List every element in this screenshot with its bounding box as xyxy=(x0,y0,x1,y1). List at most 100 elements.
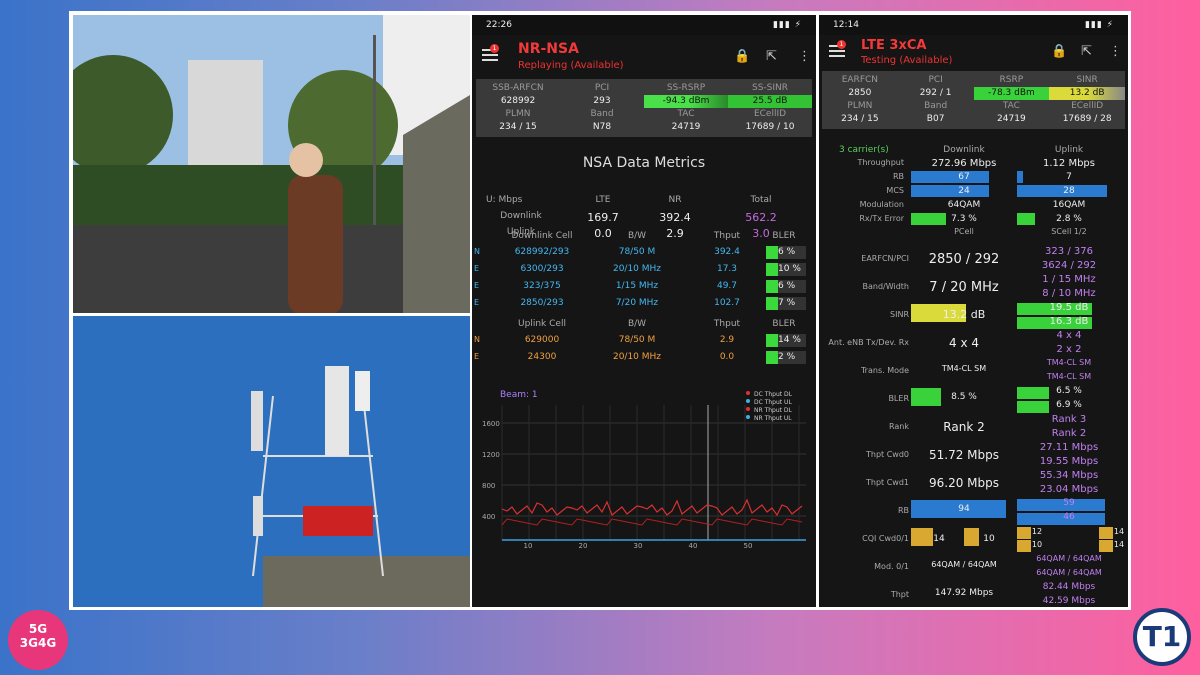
bw-scell2-value: 8 / 10 MHz xyxy=(1042,288,1096,299)
x-tick: 40 xyxy=(689,542,698,550)
cell-table-header: Thput xyxy=(713,319,741,329)
info-header: PCI xyxy=(928,75,943,85)
metrics-title: NSA Data Metrics xyxy=(582,155,706,171)
info-header: Band xyxy=(924,101,948,111)
bler-value: 14 % xyxy=(778,335,801,345)
status-bar: 12:14 ▮▮▮ ⚡ xyxy=(819,15,1128,35)
notification-badge: 1 xyxy=(837,40,846,49)
status-bar: 22:26 ▮▮▮ ⚡ xyxy=(472,15,816,35)
tm-scell2-value: TM4-CL SM xyxy=(1046,372,1092,381)
ul-value: 16QAM xyxy=(1052,200,1086,210)
bler-scell1-value: 6.5 % xyxy=(1056,386,1082,396)
dl-value: 7.3 % xyxy=(951,214,977,224)
bler-value: 2 % xyxy=(778,352,796,362)
cell-cell: 6300/293 xyxy=(520,264,564,274)
cell-bw: 78/50 M xyxy=(618,247,656,257)
open-external-icon[interactable]: ⇱ xyxy=(766,49,777,64)
info-header: SS-SINR xyxy=(751,83,789,93)
sinr-bar: 25.5 dB xyxy=(728,95,812,108)
info-header: PLMN xyxy=(505,109,531,119)
cell-info-grid: SSB-ARFCN PCI SS-RSRP SS-SINR 628992 293 -94.… xyxy=(476,79,812,137)
legend-dot xyxy=(746,399,750,403)
section-label: Thpt xyxy=(890,590,909,599)
ul-value: 2.8 % xyxy=(1056,214,1082,224)
info-header: PLMN xyxy=(847,101,873,111)
dc-thput-dl-line xyxy=(501,498,803,517)
info-value: B07 xyxy=(926,114,945,124)
lock-icon[interactable]: 🔒 xyxy=(1051,44,1067,59)
bw-scell1-value: 1 / 15 MHz xyxy=(1042,274,1096,285)
nr-thput-dl-line xyxy=(501,518,803,526)
legend-entry: DC Thput DL xyxy=(754,391,793,398)
y-tick: 1600 xyxy=(482,420,500,428)
x-tick: 20 xyxy=(579,542,588,550)
cell-bw: 78/50 M xyxy=(618,335,656,345)
cqi-value: 12 xyxy=(1031,527,1043,536)
info-header: Band xyxy=(590,109,614,119)
thpt-pcell-value: 147.92 Mbps xyxy=(934,588,994,598)
status-time: 22:26 xyxy=(486,20,512,30)
bler-value: 6 % xyxy=(778,281,796,291)
mode-title: LTE 3xCA xyxy=(861,38,927,53)
info-value: N78 xyxy=(592,122,612,132)
row-label: Rx/Tx Error xyxy=(859,214,904,223)
row-label: RB xyxy=(892,172,904,181)
pcell-header: PCell xyxy=(954,227,974,236)
open-external-icon[interactable]: ⇱ xyxy=(1081,44,1092,59)
rb-scell2-value: 46 xyxy=(1063,512,1075,522)
ant-scell1-value: 4 x 4 xyxy=(1056,330,1082,341)
carrier-count: 3 carrier(s) xyxy=(839,145,889,155)
rank-pcell-value: Rank 2 xyxy=(943,420,985,434)
metrics-header: Total xyxy=(750,195,772,205)
sinr-scell1-value: 19.5 dB xyxy=(1049,302,1089,313)
cell-bw: 20/10 MHz xyxy=(612,352,662,362)
legend-dot xyxy=(746,391,750,395)
thpt-scell2-value: 42.59 Mbps xyxy=(1042,596,1096,606)
mode-title: NR-NSA xyxy=(518,41,579,57)
cell-cell: 24300 xyxy=(527,352,557,362)
cell-bw: 1/15 MHz xyxy=(615,281,659,291)
bler-value: 7 % xyxy=(778,298,796,308)
info-value: 628992 xyxy=(500,96,536,106)
t1-logo: T1 xyxy=(1133,608,1191,666)
row-label: MCS xyxy=(886,186,904,195)
info-header: SINR xyxy=(1076,75,1098,85)
info-value: 293 xyxy=(593,96,611,106)
more-options-icon[interactable]: ⋮ xyxy=(1109,44,1122,59)
cell-type: E xyxy=(474,352,480,361)
throughput-graph: Beam: 1 DC Thput DLDC Thput ULNR Thput DL… xyxy=(482,390,806,550)
sinr-pcell-value: 13.2 dB xyxy=(942,308,986,321)
row-label: Modulation xyxy=(859,200,904,209)
info-header: PCI xyxy=(594,83,610,93)
section-label: Rank xyxy=(889,422,909,431)
graph-label: Beam: 1 xyxy=(500,390,538,400)
earfcn-scell2-value: 3624 / 292 xyxy=(1041,260,1097,271)
section-label: Thpt Cwd1 xyxy=(865,478,909,487)
y-tick: 1200 xyxy=(482,451,500,459)
ant-scell2-value: 2 x 2 xyxy=(1056,344,1082,355)
street-photo xyxy=(73,15,470,313)
lock-icon[interactable]: 🔒 xyxy=(734,49,750,64)
more-options-icon[interactable]: ⋮ xyxy=(798,49,811,64)
cell-thput: 0.0 xyxy=(719,352,735,362)
info-header: SSB-ARFCN xyxy=(492,83,544,93)
metrics-downlink: 392.4 xyxy=(659,211,691,224)
dl-value: 67 xyxy=(958,172,970,182)
x-tick: 50 xyxy=(744,542,753,550)
app-header: 1 LTE 3xCA Testing (Available) 🔒 ⇱ ⋮ xyxy=(819,35,1128,71)
earfcn-pcell-value: 2850 / 292 xyxy=(928,252,1000,267)
dl-value: 24 xyxy=(958,186,970,196)
x-tick: 10 xyxy=(524,542,533,550)
section-label: EARFCN/PCI xyxy=(861,254,909,263)
mod-pcell-value: 64QAM / 64QAM xyxy=(931,560,997,569)
cqi-value: 14 xyxy=(1113,527,1125,536)
metrics-header: U: Mbps xyxy=(486,195,523,205)
cell-table-header: B/W xyxy=(627,319,647,329)
info-value: 2850 xyxy=(848,88,872,98)
info-header: ECellID xyxy=(1071,101,1104,111)
section-label: Band/Width xyxy=(862,282,909,291)
app-header: 1 NR-NSA Replaying (Available) 🔒 ⇱ ⋮ xyxy=(472,35,816,79)
status-icons: ▮▮▮ ⚡ xyxy=(772,20,802,30)
bler-value: 10 % xyxy=(778,264,801,274)
sinr-scell2-value: 16.3 dB xyxy=(1049,316,1089,327)
